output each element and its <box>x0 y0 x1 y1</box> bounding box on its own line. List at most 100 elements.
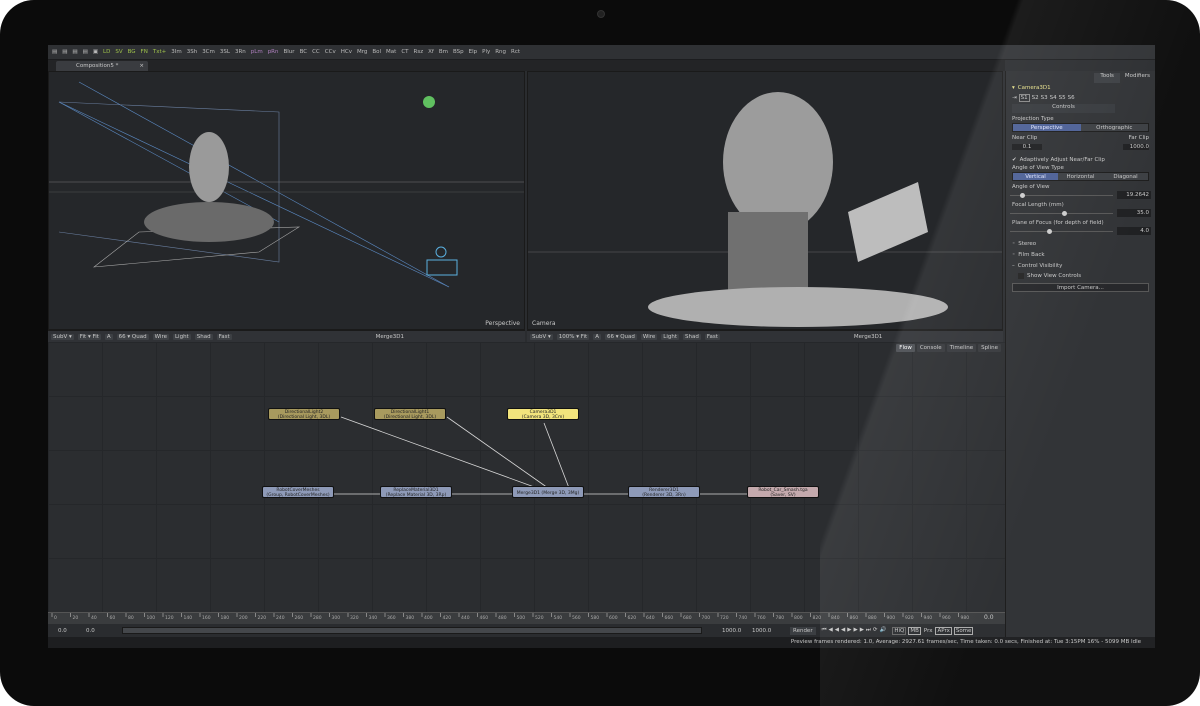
prx-button[interactable]: Prx <box>923 628 934 634</box>
expand-icon[interactable]: ◦ <box>1012 252 1015 258</box>
quad-dropdown[interactable]: 66 ▾ Quad <box>605 334 637 340</box>
tool-button-3sh[interactable]: 3Sh <box>187 49 197 55</box>
range-slider[interactable] <box>122 627 702 634</box>
tool-button-elp[interactable]: Elp <box>469 49 478 55</box>
tab-tools[interactable]: Tools <box>1094 73 1120 83</box>
layout-icon[interactable]: ▤ <box>72 49 77 55</box>
fit-dropdown[interactable]: Fit ▾ Fit <box>78 334 101 340</box>
render-button[interactable]: Render <box>790 627 816 635</box>
tool-name[interactable]: Camera3D1 <box>1018 85 1051 91</box>
tool-button-rsz[interactable]: Rsz <box>414 49 424 55</box>
layout-icon[interactable]: ▤ <box>62 49 67 55</box>
tool-button-3sl[interactable]: 3SL <box>220 49 230 55</box>
tool-button-hcv[interactable]: HCv <box>341 49 352 55</box>
viewer-left[interactable]: Perspective <box>48 71 525 330</box>
tool-button-blur[interactable]: Blur <box>284 49 295 55</box>
flow-node[interactable]: Renderer3D1(Renderer 3D, 3Rn) <box>628 486 700 498</box>
tool-button-plm[interactable]: pLm <box>251 49 263 55</box>
subview-dropdown[interactable]: SubV ▾ <box>530 334 553 340</box>
fast-button[interactable]: Fast <box>217 334 232 340</box>
tool-button-bsp[interactable]: BSp <box>453 49 464 55</box>
tool-button-bm[interactable]: Bm <box>439 49 448 55</box>
orthographic-button[interactable]: Orthographic <box>1081 124 1149 131</box>
tool-button-bc[interactable]: BC <box>300 49 308 55</box>
fast-button[interactable]: Fast <box>705 334 720 340</box>
shad-button[interactable]: Shad <box>683 334 701 340</box>
expand-icon[interactable]: ◦ <box>1012 241 1015 247</box>
tool-button-cc[interactable]: CC <box>312 49 320 55</box>
plane-of-focus-slider[interactable]: 4.0 <box>1006 227 1155 235</box>
flow-node[interactable]: ReplaceMaterial3D1(Replace Material 3D, … <box>380 486 452 498</box>
aov-input[interactable]: 19.2642 <box>1117 191 1151 199</box>
tool-button-rng[interactable]: Rng <box>495 49 506 55</box>
timeline-ruler[interactable]: 0204060801001201401601802002202402602803… <box>48 612 1005 624</box>
tool-button-ct[interactable]: CT <box>401 49 408 55</box>
render-start[interactable]: 0.0 <box>86 628 106 634</box>
tool-button-3im[interactable]: 3Im <box>171 49 181 55</box>
close-icon[interactable]: × <box>139 61 144 71</box>
collapse-icon[interactable]: ▾ <box>1012 85 1015 91</box>
channel-a-button[interactable]: A <box>105 334 113 340</box>
tool-button-ld[interactable]: LD <box>103 49 110 55</box>
tool-button-xf[interactable]: Xf <box>428 49 434 55</box>
hiq-button[interactable]: HiQ <box>892 627 906 635</box>
viewer-right[interactable]: Camera <box>527 71 1003 330</box>
tool-button-rct[interactable]: Rct <box>511 49 520 55</box>
horizontal-button[interactable]: Horizontal <box>1058 173 1103 180</box>
flow-node[interactable]: RobotCoverMeshes(Group, RobotCoverMeshes… <box>262 486 334 498</box>
view-button-s5[interactable]: S5 <box>1059 95 1066 101</box>
mb-button[interactable]: MB <box>908 627 921 635</box>
shad-button[interactable]: Shad <box>195 334 213 340</box>
vertical-button[interactable]: Vertical <box>1013 173 1058 180</box>
checkbox[interactable] <box>1018 273 1024 279</box>
tool-button-mrg[interactable]: Mrg <box>357 49 367 55</box>
wire-button[interactable]: Wire <box>641 334 657 340</box>
global-end[interactable]: 1000.0 <box>752 628 782 634</box>
tool-button-ply[interactable]: Ply <box>482 49 490 55</box>
import-camera-button[interactable]: Import Camera... <box>1012 283 1149 292</box>
tab-controls[interactable]: Controls <box>1012 104 1115 113</box>
pin-icon[interactable]: ⇥ <box>1012 95 1017 101</box>
layout-icon[interactable]: ▤ <box>52 49 57 55</box>
wire-button[interactable]: Wire <box>153 334 169 340</box>
playback-controls[interactable]: ⏮◀◀◀▶▶▶⏭⟳🔊 <box>822 627 889 634</box>
tool-button-3rn[interactable]: 3Rn <box>235 49 246 55</box>
tool-button-fn[interactable]: FN <box>141 49 148 55</box>
light-button[interactable]: Light <box>661 334 679 340</box>
control-visibility-section[interactable]: Control Visibility <box>1018 263 1063 269</box>
global-start[interactable]: 0.0 <box>58 628 86 634</box>
current-time[interactable]: 0.0 <box>984 614 994 621</box>
checkbox-checked-icon[interactable]: ✔ <box>1012 157 1017 163</box>
layout-icon[interactable]: ▣ <box>93 49 98 55</box>
tool-button-ccv[interactable]: CCv <box>325 49 336 55</box>
near-clip-input[interactable]: 0.1 <box>1012 144 1042 150</box>
view-button-s2[interactable]: S2 <box>1032 95 1039 101</box>
flow-editor[interactable]: Flow Console Timeline Spline Directional… <box>48 342 1005 612</box>
view-button-s6[interactable]: S6 <box>1068 95 1075 101</box>
flow-node[interactable]: Merge3D1 (Merge 3D, 3Mg) <box>512 486 584 498</box>
aprx-button[interactable]: APrx <box>935 627 951 635</box>
collapse-icon[interactable]: – <box>1012 263 1015 269</box>
aov-slider[interactable]: 19.2642 <box>1006 191 1155 199</box>
diagonal-button[interactable]: Diagonal <box>1103 173 1148 180</box>
tab-composition[interactable]: Composition5 *× <box>56 61 148 71</box>
zoom-dropdown[interactable]: 100% ▾ Fit <box>557 334 589 340</box>
focal-length-input[interactable]: 35.0 <box>1117 209 1151 217</box>
far-clip-input[interactable]: 1000.0 <box>1123 144 1149 150</box>
plane-of-focus-input[interactable]: 4.0 <box>1117 227 1151 235</box>
view-button-s3[interactable]: S3 <box>1041 95 1048 101</box>
perspective-button[interactable]: Perspective <box>1013 124 1081 131</box>
flow-node[interactable]: DirectionalLight1(Directional Light, 3DL… <box>374 408 446 420</box>
view-button-s4[interactable]: S4 <box>1050 95 1057 101</box>
layout-icon[interactable]: ▤ <box>83 49 88 55</box>
tool-button-3cm[interactable]: 3Cm <box>202 49 215 55</box>
tool-button-prn[interactable]: pRn <box>268 49 279 55</box>
flow-node[interactable]: Robot_Car_Smash.tga(Saver, SV) <box>747 486 819 498</box>
stereo-section[interactable]: Stereo <box>1018 241 1036 247</box>
subview-dropdown[interactable]: SubV ▾ <box>51 334 74 340</box>
view-button-s1[interactable]: S1 <box>1019 94 1030 102</box>
film-back-section[interactable]: Film Back <box>1018 252 1044 258</box>
tool-button-sv[interactable]: SV <box>115 49 122 55</box>
quad-dropdown[interactable]: 66 ▾ Quad <box>117 334 149 340</box>
tool-button-txt[interactable]: Txt+ <box>153 49 166 55</box>
